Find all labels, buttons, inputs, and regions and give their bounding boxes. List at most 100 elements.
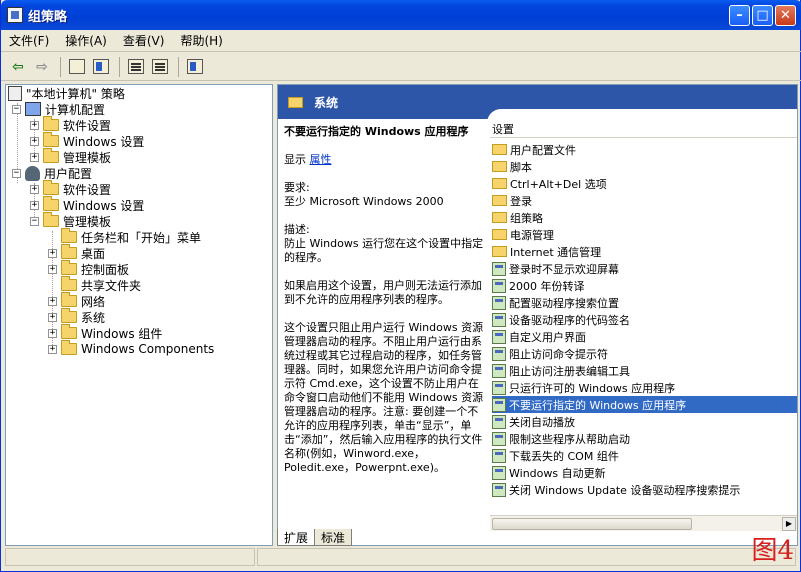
settings-folder-item[interactable]: 电源管理 bbox=[492, 226, 797, 243]
help-button[interactable] bbox=[184, 56, 206, 78]
back-button[interactable]: ⇦ bbox=[7, 56, 29, 78]
expand-icon[interactable]: + bbox=[48, 248, 57, 258]
expand-icon[interactable]: + bbox=[30, 120, 39, 130]
forward-arrow-icon: ⇨ bbox=[36, 58, 48, 75]
settings-policy-item[interactable]: 不要运行指定的 Windows 应用程序 bbox=[492, 396, 797, 413]
settings-policy-item[interactable]: 阻止访问注册表编辑工具 bbox=[492, 362, 797, 379]
minimize-button[interactable]: – bbox=[729, 5, 750, 26]
settings-folder-item[interactable]: 脚本 bbox=[492, 158, 797, 175]
export-list-button[interactable] bbox=[149, 56, 171, 78]
settings-folder-item[interactable]: Ctrl+Alt+Del 选项 bbox=[492, 175, 797, 192]
settings-policy-item[interactable]: 只运行许可的 Windows 应用程序 bbox=[492, 379, 797, 396]
group-policy-icon bbox=[7, 7, 23, 23]
settings-item-label: 关闭自动播放 bbox=[509, 415, 575, 429]
title-bar[interactable]: 组策略 – □ ✕ bbox=[1, 0, 801, 30]
properties-link[interactable]: 属性 bbox=[310, 153, 332, 166]
folder-icon bbox=[61, 324, 77, 339]
settings-policy-item[interactable]: 配置驱动程序搜索位置 bbox=[492, 294, 797, 311]
settings-policy-item[interactable]: 阻止访问命令提示符 bbox=[492, 345, 797, 362]
tab-extended[interactable]: 扩展 bbox=[277, 529, 316, 546]
show-tree-button[interactable] bbox=[90, 56, 112, 78]
settings-folder-item[interactable]: 用户配置文件 bbox=[492, 141, 797, 158]
folder-icon bbox=[492, 246, 507, 257]
scrollbar-thumb[interactable] bbox=[492, 518, 692, 530]
maximize-button[interactable]: □ bbox=[752, 5, 773, 26]
expand-icon[interactable]: + bbox=[48, 296, 57, 306]
policy-setting-icon bbox=[492, 312, 506, 327]
policy-setting-icon bbox=[492, 329, 506, 344]
menu-file[interactable]: 文件(F) bbox=[9, 32, 49, 49]
close-button[interactable]: ✕ bbox=[775, 5, 796, 26]
menu-view[interactable]: 查看(V) bbox=[123, 32, 165, 49]
settings-policy-item[interactable]: 关闭自动播放 bbox=[492, 413, 797, 430]
settings-policy-item[interactable]: 限制这些程序从帮助启动 bbox=[492, 430, 797, 447]
tree-item-system[interactable]: + 系统 bbox=[48, 308, 105, 325]
settings-item-label: 不要运行指定的 Windows 应用程序 bbox=[509, 398, 687, 412]
settings-item-label: Ctrl+Alt+Del 选项 bbox=[510, 177, 607, 191]
expand-icon[interactable]: + bbox=[48, 344, 57, 354]
settings-item-label: 关闭 Windows Update 设备驱动程序搜索提示 bbox=[509, 483, 741, 497]
tab-standard[interactable]: 标准 bbox=[314, 529, 353, 546]
settings-column-header[interactable]: 设置 bbox=[490, 121, 797, 138]
settings-folder-item[interactable]: 组策略 bbox=[492, 209, 797, 226]
expand-icon[interactable]: + bbox=[30, 200, 39, 210]
tree-item-desktop[interactable]: + 桌面 bbox=[48, 244, 105, 261]
expand-icon[interactable]: + bbox=[48, 264, 57, 274]
settings-folder-item[interactable]: 登录 bbox=[492, 192, 797, 209]
menu-help[interactable]: 帮助(H) bbox=[180, 32, 222, 49]
settings-policy-item[interactable]: 关闭 Windows Update 设备驱动程序搜索提示 bbox=[492, 481, 797, 498]
settings-policy-item[interactable]: Windows 自动更新 bbox=[492, 464, 797, 481]
scroll-right-button[interactable]: ▶ bbox=[782, 517, 796, 531]
tree-item-user-windows[interactable]: + Windows 设置 bbox=[30, 196, 144, 213]
expand-icon[interactable]: + bbox=[48, 312, 57, 322]
tree-label: 控制面板 bbox=[81, 262, 130, 277]
tree-item-user-software[interactable]: + 软件设置 bbox=[30, 180, 111, 197]
tree-label: 管理模板 bbox=[63, 214, 112, 229]
tree-item-computer-windows[interactable]: + Windows 设置 bbox=[30, 132, 144, 149]
tree-item-root[interactable]: "本地计算机" 策略 bbox=[8, 85, 125, 101]
tree-label: Windows 组件 bbox=[81, 326, 163, 341]
properties-button[interactable] bbox=[125, 56, 147, 78]
folder-icon bbox=[492, 195, 507, 206]
toolbar-separator bbox=[178, 56, 179, 77]
settings-policy-item[interactable]: 自定义用户界面 bbox=[492, 328, 797, 345]
collapse-icon[interactable]: − bbox=[12, 104, 21, 114]
settings-policy-item[interactable]: 2000 年份转译 bbox=[492, 277, 797, 294]
menu-action[interactable]: 操作(A) bbox=[65, 32, 107, 49]
description-title: 不要运行指定的 Windows 应用程序 bbox=[284, 125, 469, 138]
settings-item-label: 2000 年份转译 bbox=[509, 279, 585, 293]
settings-policy-item[interactable]: 下载丢失的 COM 组件 bbox=[492, 447, 797, 464]
tree-item-user-config[interactable]: − 用户配置 bbox=[12, 165, 92, 181]
settings-list[interactable]: 设置 用户配置文件脚本 Ctrl+Alt+Del 选项 登录组策略 电源管理 Inter… bbox=[490, 121, 797, 515]
tree-item-windows-components-cn[interactable]: + Windows 组件 bbox=[48, 324, 163, 341]
tree-item-computer-software[interactable]: + 软件设置 bbox=[30, 116, 111, 133]
tree-item-user-admin[interactable]: − 管理模板 bbox=[30, 212, 112, 229]
policy-setting-icon bbox=[492, 278, 506, 293]
console-tree[interactable]: "本地计算机" 策略 − 计算机配置 + 软件设置 + Windows 设置 +… bbox=[5, 84, 273, 546]
forward-button[interactable]: ⇨ bbox=[31, 56, 53, 78]
tree-item-shared-folders[interactable]: 共享文件夹 bbox=[48, 276, 141, 293]
tree-item-windows-components-en[interactable]: + Windows Components bbox=[48, 340, 214, 357]
settings-policy-item[interactable]: 登录时不显示欢迎屏幕 bbox=[492, 260, 797, 277]
settings-item-label: 脚本 bbox=[510, 160, 532, 174]
settings-policy-item[interactable]: 设备驱动程序的代码签名 bbox=[492, 311, 797, 328]
expand-icon[interactable]: + bbox=[30, 184, 39, 194]
folder-icon bbox=[61, 276, 77, 291]
expand-icon[interactable]: + bbox=[48, 328, 57, 338]
tree-item-taskbar[interactable]: 任务栏和「开始」菜单 bbox=[48, 228, 201, 245]
tree-item-computer-config[interactable]: − 计算机配置 bbox=[12, 101, 105, 117]
tree-item-network[interactable]: + 网络 bbox=[48, 292, 105, 309]
folder-icon bbox=[61, 340, 77, 355]
up-folder-button[interactable] bbox=[66, 56, 88, 78]
horizontal-scrollbar[interactable]: ▶ bbox=[490, 515, 797, 531]
expand-icon[interactable]: + bbox=[30, 152, 39, 162]
settings-item-label: 组策略 bbox=[510, 211, 543, 225]
collapse-icon[interactable]: − bbox=[30, 216, 39, 226]
tree-item-control-panel[interactable]: + 控制面板 bbox=[48, 260, 130, 277]
collapse-icon[interactable]: − bbox=[12, 168, 21, 178]
folder-icon bbox=[61, 228, 77, 243]
settings-folder-item[interactable]: Internet 通信管理 bbox=[492, 243, 797, 260]
tree-item-computer-admin[interactable]: + 管理模板 bbox=[30, 148, 111, 165]
expand-icon[interactable]: + bbox=[30, 136, 39, 146]
description-block: 描述: 防止 Windows 运行您在这个设置中指定的程序。 bbox=[284, 223, 486, 265]
